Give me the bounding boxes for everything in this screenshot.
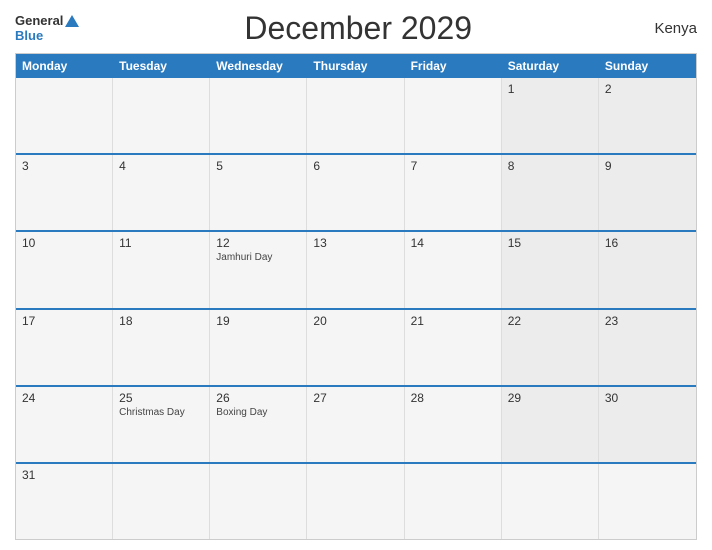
- calendar-week-1: 3456789: [16, 153, 696, 230]
- day-number: 24: [22, 391, 106, 405]
- calendar-cell: 18: [113, 310, 210, 385]
- calendar-cell: 22: [502, 310, 599, 385]
- day-number: 7: [411, 159, 495, 173]
- calendar-cell: 29: [502, 387, 599, 462]
- calendar-cell: 23: [599, 310, 696, 385]
- day-number: 1: [508, 82, 592, 96]
- day-number: 22: [508, 314, 592, 328]
- day-number: 28: [411, 391, 495, 405]
- calendar-cell: 4: [113, 155, 210, 230]
- calendar-cell: [405, 78, 502, 153]
- calendar-cell: 2: [599, 78, 696, 153]
- calendar-cell: 19: [210, 310, 307, 385]
- day-number: 19: [216, 314, 300, 328]
- logo-blue-text: Blue: [15, 29, 43, 43]
- logo-general-text: General: [15, 14, 63, 28]
- calendar-week-4: 24 25 Christmas Day 26 Boxing Day 27 28 29 30: [16, 385, 696, 462]
- country-label: Kenya: [637, 20, 697, 37]
- calendar-cell: 12 Jamhuri Day: [210, 232, 307, 307]
- day-number: 31: [22, 468, 106, 482]
- calendar-cell: 26 Boxing Day: [210, 387, 307, 462]
- calendar-cell: [405, 464, 502, 539]
- day-number: 3: [22, 159, 106, 173]
- calendar-cell: [113, 78, 210, 153]
- calendar-cell: [210, 78, 307, 153]
- day-header-thursday: Thursday: [307, 54, 404, 78]
- day-header-friday: Friday: [405, 54, 502, 78]
- calendar-cell: [307, 78, 404, 153]
- calendar-cell: [16, 78, 113, 153]
- calendar-cell: 27: [307, 387, 404, 462]
- calendar-cell: [599, 464, 696, 539]
- calendar-cell: 16: [599, 232, 696, 307]
- day-number: 10: [22, 236, 106, 250]
- calendar-cell: 13: [307, 232, 404, 307]
- day-header-saturday: Saturday: [502, 54, 599, 78]
- calendar-week-0: 12: [16, 78, 696, 153]
- calendar-cell: 3: [16, 155, 113, 230]
- day-header-wednesday: Wednesday: [210, 54, 307, 78]
- calendar-cell: 28: [405, 387, 502, 462]
- calendar-cell: [502, 464, 599, 539]
- calendar-header: MondayTuesdayWednesdayThursdayFridaySatu…: [16, 54, 696, 78]
- calendar: MondayTuesdayWednesdayThursdayFridaySatu…: [15, 53, 697, 540]
- calendar-cell: 6: [307, 155, 404, 230]
- day-header-tuesday: Tuesday: [113, 54, 210, 78]
- calendar-cell: 30: [599, 387, 696, 462]
- day-header-monday: Monday: [16, 54, 113, 78]
- day-number: 25: [119, 391, 203, 405]
- day-number: 23: [605, 314, 690, 328]
- day-number: 16: [605, 236, 690, 250]
- page-header: General Blue December 2029 Kenya: [15, 10, 697, 47]
- calendar-cell: 7: [405, 155, 502, 230]
- calendar-week-5: 31: [16, 462, 696, 539]
- calendar-body: 123456789101112Jamhuri Day13141516171819…: [16, 78, 696, 539]
- day-number: 8: [508, 159, 592, 173]
- day-number: 27: [313, 391, 397, 405]
- calendar-cell: 5: [210, 155, 307, 230]
- calendar-cell: [113, 464, 210, 539]
- calendar-cell: [307, 464, 404, 539]
- day-number: 6: [313, 159, 397, 173]
- calendar-cell: 24: [16, 387, 113, 462]
- calendar-week-3: 17 18 19 20 21 22 23: [16, 308, 696, 385]
- day-number: 9: [605, 159, 690, 173]
- calendar-cell: 9: [599, 155, 696, 230]
- calendar-cell: 1: [502, 78, 599, 153]
- day-number: 4: [119, 159, 203, 173]
- day-number: 18: [119, 314, 203, 328]
- calendar-cell: 8: [502, 155, 599, 230]
- day-number: 15: [508, 236, 592, 250]
- calendar-cell: 21: [405, 310, 502, 385]
- calendar-cell: 11: [113, 232, 210, 307]
- day-number: 21: [411, 314, 495, 328]
- calendar-cell: [210, 464, 307, 539]
- day-number: 20: [313, 314, 397, 328]
- holiday-name: Christmas Day: [119, 407, 203, 418]
- calendar-cell: 20: [307, 310, 404, 385]
- calendar-cell: 15: [502, 232, 599, 307]
- holiday-name: Boxing Day: [216, 407, 300, 418]
- calendar-week-2: 10 11 12 Jamhuri Day 13 14 15 16: [16, 230, 696, 307]
- logo-triangle-icon: [65, 15, 79, 27]
- holiday-name: Jamhuri Day: [216, 252, 300, 263]
- day-number: 13: [313, 236, 397, 250]
- calendar-cell: 10: [16, 232, 113, 307]
- day-number: 29: [508, 391, 592, 405]
- day-number: 5: [216, 159, 300, 173]
- day-number: 14: [411, 236, 495, 250]
- day-number: 11: [119, 236, 203, 250]
- day-number: 12: [216, 236, 300, 250]
- day-header-sunday: Sunday: [599, 54, 696, 78]
- day-number: 26: [216, 391, 300, 405]
- logo: General Blue: [15, 14, 79, 43]
- day-number: 17: [22, 314, 106, 328]
- calendar-cell: 14: [405, 232, 502, 307]
- calendar-cell: 17: [16, 310, 113, 385]
- calendar-cell: 25 Christmas Day: [113, 387, 210, 462]
- page-title: December 2029: [79, 10, 637, 47]
- calendar-cell: 31: [16, 464, 113, 539]
- day-number: 30: [605, 391, 690, 405]
- day-number: 2: [605, 82, 690, 96]
